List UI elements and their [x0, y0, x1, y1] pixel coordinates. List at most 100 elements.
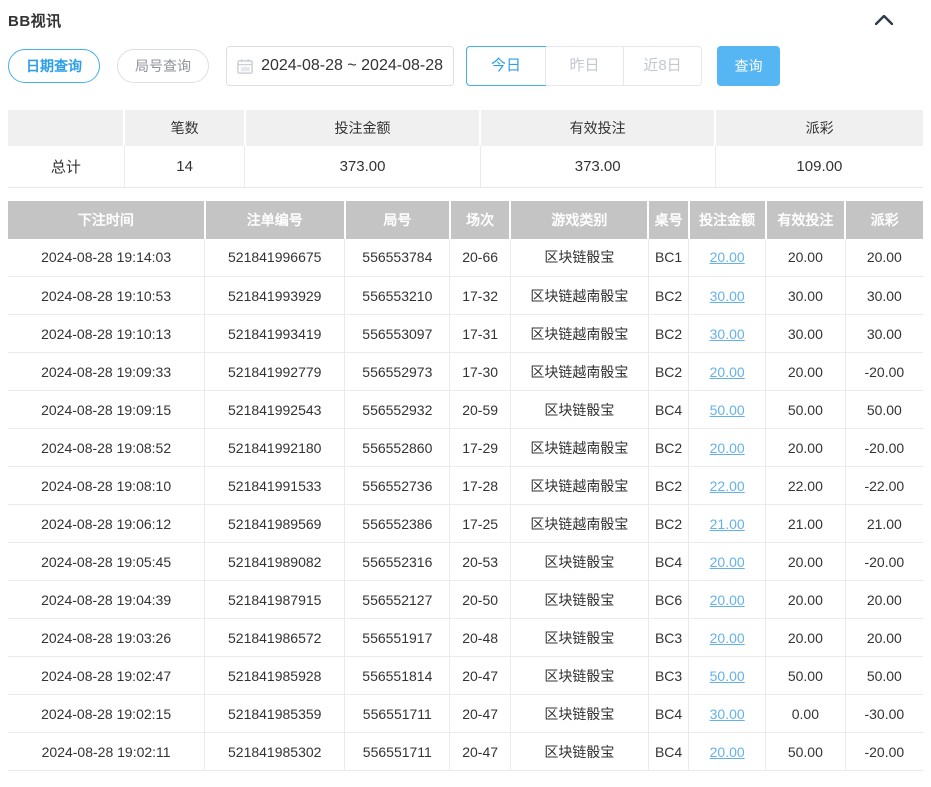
cell-session: 20-47	[450, 657, 510, 695]
quick-range-last-8-days[interactable]: 近8日	[623, 47, 701, 85]
cell-table_no: BC2	[648, 353, 688, 391]
cell-game: 区块链越南骰宝	[510, 429, 648, 467]
cell-bet: 22.00	[689, 467, 766, 505]
cell-game: 区块链越南骰宝	[510, 353, 648, 391]
cell-game: 区块链越南骰宝	[510, 315, 648, 353]
bet-amount-link[interactable]: 50.00	[710, 668, 745, 684]
column-header-payout: 派彩	[845, 201, 923, 239]
cell-round_no: 556552127	[345, 581, 450, 619]
table-row: 2024-08-28 19:10:53521841993929556553210…	[8, 277, 923, 315]
summary-column-header	[8, 110, 124, 146]
cell-time: 2024-08-28 19:06:12	[8, 505, 205, 543]
cell-table_no: BC3	[648, 619, 688, 657]
calendar-icon	[237, 58, 253, 75]
cell-order_no: 521841985302	[205, 733, 345, 771]
bet-amount-link[interactable]: 20.00	[710, 440, 745, 456]
search-button[interactable]: 查询	[717, 46, 780, 86]
cell-time: 2024-08-28 19:05:45	[8, 543, 205, 581]
cell-game: 区块链骰宝	[510, 391, 648, 429]
cell-payout: 30.00	[845, 277, 923, 315]
summary-row-label: 总计	[8, 146, 124, 187]
cell-bet: 30.00	[689, 315, 766, 353]
table-row: 2024-08-28 19:10:13521841993419556553097…	[8, 315, 923, 353]
date-range-value: 2024-08-28 ~ 2024-08-28	[261, 57, 443, 75]
bet-amount-link[interactable]: 20.00	[710, 249, 745, 265]
cell-order_no: 521841989569	[205, 505, 345, 543]
cell-session: 20-48	[450, 619, 510, 657]
cell-time: 2024-08-28 19:14:03	[8, 239, 205, 277]
cell-payout: -20.00	[845, 543, 923, 581]
cell-time: 2024-08-28 19:10:53	[8, 277, 205, 315]
table-row: 2024-08-28 19:09:15521841992543556552932…	[8, 391, 923, 429]
cell-order_no: 521841989082	[205, 543, 345, 581]
cell-session: 20-50	[450, 581, 510, 619]
date-range-input[interactable]: 2024-08-28 ~ 2024-08-28	[226, 46, 454, 86]
bet-amount-link[interactable]: 30.00	[710, 326, 745, 342]
table-row: 2024-08-28 19:05:45521841989082556552316…	[8, 543, 923, 581]
summary-value: 373.00	[245, 146, 480, 187]
cell-payout: -20.00	[845, 733, 923, 771]
cell-order_no: 521841992543	[205, 391, 345, 429]
cell-valid: 50.00	[766, 391, 846, 429]
cell-round_no: 556552973	[345, 353, 450, 391]
summary-value: 373.00	[480, 146, 715, 187]
cell-session: 20-47	[450, 733, 510, 771]
bet-amount-link[interactable]: 30.00	[710, 706, 745, 722]
bet-amount-link[interactable]: 21.00	[710, 516, 745, 532]
bb-video-panel: BB视讯 日期查询 局号查询 2024-08-28 ~ 2024-08-28 今…	[0, 0, 931, 771]
cell-round_no: 556551711	[345, 695, 450, 733]
column-header-valid: 有效投注	[766, 201, 846, 239]
quick-range-today[interactable]: 今日	[467, 47, 545, 85]
cell-round_no: 556553210	[345, 277, 450, 315]
table-row: 2024-08-28 19:02:47521841985928556551814…	[8, 657, 923, 695]
cell-valid: 20.00	[766, 429, 846, 467]
cell-session: 17-29	[450, 429, 510, 467]
table-row: 2024-08-28 19:03:26521841986572556551917…	[8, 619, 923, 657]
cell-time: 2024-08-28 19:03:26	[8, 619, 205, 657]
column-header-time: 下注时间	[8, 201, 205, 239]
cell-valid: 20.00	[766, 239, 846, 277]
cell-payout: 20.00	[845, 581, 923, 619]
cell-game: 区块链骰宝	[510, 733, 648, 771]
cell-bet: 20.00	[689, 543, 766, 581]
cell-order_no: 521841985928	[205, 657, 345, 695]
cell-table_no: BC3	[648, 657, 688, 695]
cell-table_no: BC2	[648, 467, 688, 505]
bet-amount-link[interactable]: 22.00	[710, 478, 745, 494]
cell-session: 20-47	[450, 695, 510, 733]
bet-amount-link[interactable]: 20.00	[710, 364, 745, 380]
bet-amount-link[interactable]: 20.00	[710, 592, 745, 608]
cell-valid: 20.00	[766, 353, 846, 391]
cell-table_no: BC2	[648, 277, 688, 315]
bet-amount-link[interactable]: 20.00	[710, 744, 745, 760]
cell-order_no: 521841992779	[205, 353, 345, 391]
bet-amount-link[interactable]: 50.00	[710, 402, 745, 418]
bet-amount-link[interactable]: 30.00	[710, 288, 745, 304]
collapse-panel-button[interactable]	[873, 9, 895, 31]
cell-game: 区块链骰宝	[510, 543, 648, 581]
cell-order_no: 521841985359	[205, 695, 345, 733]
bet-amount-link[interactable]: 20.00	[710, 554, 745, 570]
cell-valid: 50.00	[766, 657, 846, 695]
cell-round_no: 556552932	[345, 391, 450, 429]
cell-valid: 20.00	[766, 543, 846, 581]
cell-bet: 50.00	[689, 657, 766, 695]
bet-records-table: 下注时间注单编号局号场次游戏类别桌号投注金额有效投注派彩 2024-08-28 …	[8, 201, 923, 772]
bet-amount-link[interactable]: 20.00	[710, 630, 745, 646]
cell-payout: 20.00	[845, 619, 923, 657]
quick-range-yesterday[interactable]: 昨日	[545, 47, 623, 85]
cell-valid: 30.00	[766, 315, 846, 353]
cell-round_no: 556551917	[345, 619, 450, 657]
summary-column-header: 投注金额	[245, 110, 480, 146]
tab-date-query[interactable]: 日期查询	[8, 49, 100, 83]
column-header-round_no: 局号	[345, 201, 450, 239]
tab-round-query[interactable]: 局号查询	[117, 49, 209, 83]
cell-game: 区块链骰宝	[510, 695, 648, 733]
panel-header: BB视讯	[8, 8, 923, 32]
cell-time: 2024-08-28 19:02:15	[8, 695, 205, 733]
cell-game: 区块链骰宝	[510, 657, 648, 695]
table-row: 2024-08-28 19:02:11521841985302556551711…	[8, 733, 923, 771]
cell-round_no: 556552316	[345, 543, 450, 581]
column-header-table_no: 桌号	[648, 201, 688, 239]
cell-bet: 30.00	[689, 277, 766, 315]
